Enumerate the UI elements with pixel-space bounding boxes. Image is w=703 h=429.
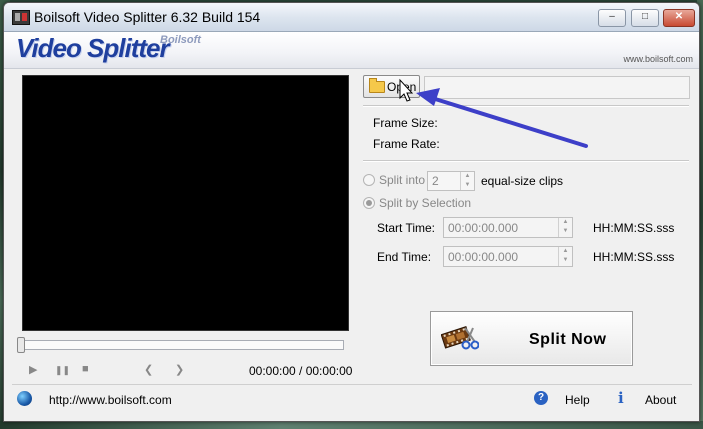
help-link[interactable]: Help	[565, 393, 590, 407]
app-window: Boilsoft Video Splitter 6.32 Build 154 –…	[3, 2, 700, 422]
minimize-button[interactable]: –	[598, 9, 626, 27]
split-now-label: Split Now	[529, 331, 607, 348]
file-path-field	[424, 76, 690, 99]
about-link[interactable]: About	[645, 393, 676, 407]
window-title: Boilsoft Video Splitter 6.32 Build 154	[34, 9, 261, 25]
frame-rate-label: Frame Rate:	[373, 137, 440, 151]
product-logo: Video Splitter	[16, 33, 170, 63]
title-bar[interactable]: Boilsoft Video Splitter 6.32 Build 154 –…	[4, 3, 699, 32]
open-button-label: Open	[387, 80, 417, 94]
film-app-icon	[12, 10, 30, 25]
maximize-button[interactable]: □	[631, 9, 659, 27]
website-link[interactable]: http://www.boilsoft.com	[49, 393, 172, 407]
split-into-option[interactable]: Split into	[363, 173, 425, 187]
end-time-spinner[interactable]: ▲ ▼	[558, 247, 572, 266]
spin-up-icon[interactable]: ▲	[461, 172, 474, 181]
help-icon[interactable]: ?	[534, 391, 548, 405]
end-time-label: End Time:	[377, 250, 432, 264]
film-scissors-icon	[441, 326, 479, 350]
split-by-selection-label: Split by Selection	[379, 196, 472, 210]
frame-size-label: Frame Size:	[373, 116, 438, 130]
end-time-format-hint: HH:MM:SS.sss	[593, 250, 675, 264]
spin-up-icon[interactable]: ▲	[559, 218, 572, 227]
split-by-selection-option[interactable]: Split by Selection	[363, 196, 471, 210]
banner-url: www.boilsoft.com	[623, 54, 693, 64]
previous-frame-icon[interactable]: ❮	[144, 363, 153, 376]
desktop-background-bottom	[0, 421, 703, 429]
globe-icon	[17, 391, 32, 406]
divider	[363, 160, 689, 162]
folder-icon	[369, 78, 385, 93]
start-time-format-hint: HH:MM:SS.sss	[593, 221, 675, 235]
split-into-label: Split into	[379, 173, 426, 187]
play-icon[interactable]: ▶	[29, 363, 37, 376]
spin-down-icon[interactable]: ▼	[461, 181, 474, 190]
app-banner: Video Splitter Boilsoft www.boilsoft.com	[4, 32, 699, 69]
pause-icon[interactable]: ❚❚	[55, 365, 70, 376]
start-time-label: Start Time:	[377, 221, 436, 235]
seek-thumb[interactable]	[17, 337, 25, 353]
split-now-button[interactable]: Split Now	[430, 311, 633, 366]
end-time-input[interactable]: 00:00:00.000 ▲ ▼	[443, 246, 573, 267]
open-button[interactable]: Open	[363, 75, 420, 98]
clip-count-value: 2	[432, 174, 439, 188]
split-by-selection-radio[interactable]	[363, 197, 375, 209]
video-preview	[22, 75, 349, 331]
time-display: 00:00:00 / 00:00:00	[249, 364, 353, 378]
footer-divider	[12, 384, 692, 385]
divider	[363, 105, 689, 107]
end-time-value: 00:00:00.000	[448, 250, 519, 264]
spin-up-icon[interactable]: ▲	[559, 247, 572, 256]
start-time-input[interactable]: 00:00:00.000 ▲ ▼	[443, 217, 573, 238]
equal-size-label: equal-size clips	[481, 174, 564, 188]
stop-icon[interactable]: ■	[82, 363, 89, 375]
spinner-arrows[interactable]: ▲ ▼	[460, 172, 474, 190]
seek-bar[interactable]	[17, 337, 344, 353]
next-frame-icon[interactable]: ❯	[175, 363, 184, 376]
start-time-value: 00:00:00.000	[448, 221, 519, 235]
spin-down-icon[interactable]: ▼	[559, 256, 572, 265]
start-time-spinner[interactable]: ▲ ▼	[558, 218, 572, 237]
clip-count-spinner[interactable]: 2 ▲ ▼	[427, 171, 475, 191]
brand-name: Boilsoft	[160, 34, 201, 46]
split-into-radio[interactable]	[363, 174, 375, 186]
spin-down-icon[interactable]: ▼	[559, 227, 572, 236]
close-button[interactable]: ✕	[663, 9, 695, 27]
info-icon[interactable]: i	[618, 390, 628, 406]
